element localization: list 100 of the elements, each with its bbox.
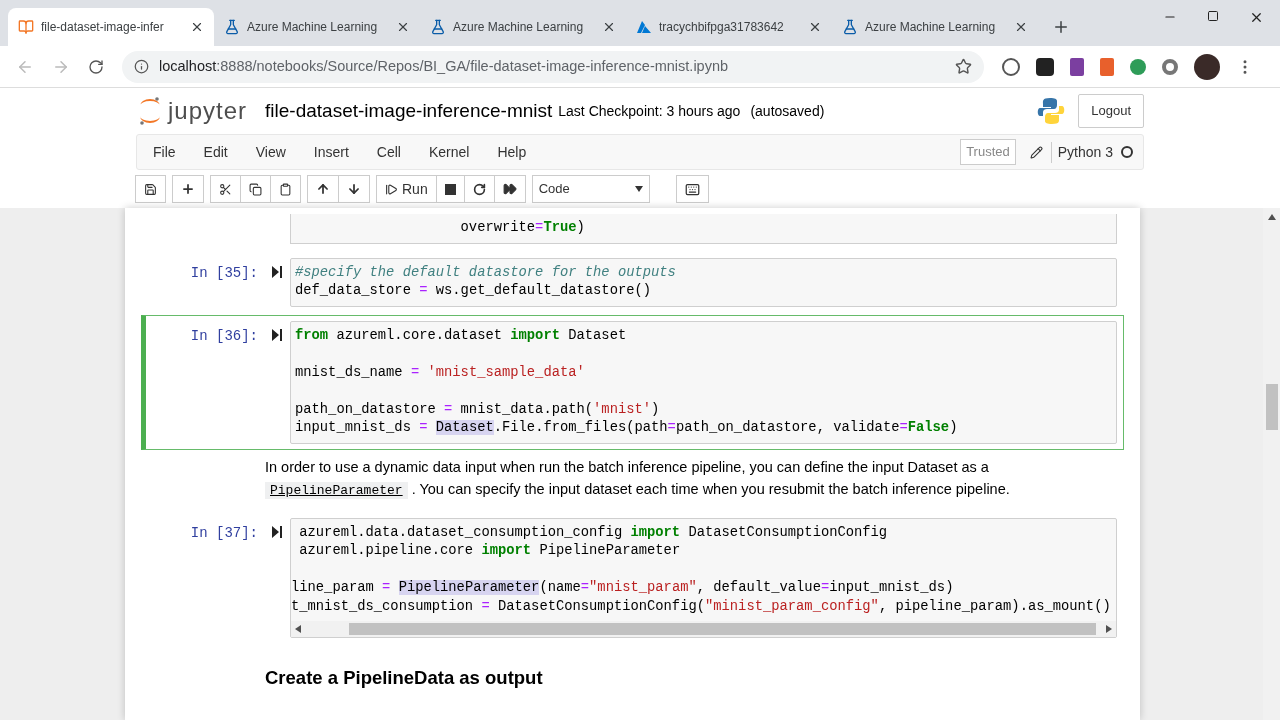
clipboard-icon — [279, 182, 292, 196]
save-button[interactable] — [135, 175, 166, 203]
triangle-logo-icon — [636, 19, 652, 35]
maximize-icon[interactable] — [1207, 10, 1219, 22]
notebook-title[interactable]: file-dataset-image-inference-mnist — [265, 96, 553, 126]
keyboard-shortcuts-button[interactable] — [675, 175, 709, 203]
horizontal-scrollbar[interactable] — [291, 621, 1116, 637]
code-line: t_mnist_ds_consumption = DatasetConsumptionConfig("minist_param_config", pipeline_param).as_mount() — [291, 598, 1111, 614]
flask-icon — [430, 19, 446, 35]
address-field[interactable]: localhost:8888/notebooks/Source/Repos/BI_GA/file-dataset-image-inference-mnist.ipynb — [122, 50, 984, 83]
close-icon[interactable] — [190, 20, 204, 34]
close-icon[interactable] — [1014, 20, 1028, 34]
menu-item[interactable]: File — [151, 141, 190, 163]
avatar[interactable] — [1194, 53, 1220, 80]
edit-icon[interactable] — [1029, 145, 1043, 159]
browser-tab[interactable]: Azure Machine Learning — [420, 8, 626, 46]
code-line: path_on_datastore = mnist_data.path('mnist') — [295, 401, 660, 417]
code-line: azureml.pipeline.core import PipelineParameter — [298, 543, 681, 558]
cell-prompt: In [35]: — [190, 263, 258, 283]
move-up-button[interactable] — [307, 175, 339, 203]
code-input-area[interactable]: overwrite=True) — [290, 214, 1117, 244]
caret-icon — [634, 186, 643, 192]
run-cell-icon[interactable] — [272, 525, 282, 538]
menu-item[interactable]: Insert — [299, 141, 363, 163]
menu-item[interactable]: Edit — [189, 141, 242, 163]
move-down-button[interactable] — [339, 175, 370, 203]
code-input-area[interactable] — [290, 517, 1117, 638]
stop-button[interactable] — [436, 175, 465, 203]
browser-tab[interactable]: file-dataset-image-infer — [8, 8, 214, 46]
trusted-badge[interactable]: Trusted — [960, 139, 1016, 165]
scroll-up-icon[interactable] — [1267, 214, 1276, 220]
copy-button[interactable] — [241, 175, 271, 203]
extension-icon[interactable] — [1036, 57, 1054, 76]
flask-icon — [224, 19, 240, 35]
fast-forward-icon — [502, 182, 517, 196]
new-tab-icon[interactable] — [1052, 18, 1070, 36]
close-icon[interactable] — [808, 20, 822, 34]
extension-icon[interactable] — [1002, 57, 1020, 76]
menu-item[interactable]: Kernel — [414, 141, 484, 163]
code-line: #specify the default datastore for the outputs — [295, 264, 676, 280]
code-input-area[interactable]: #specify the default datastore for the outputs def_data_store = ws.get_default_datastore() — [290, 257, 1117, 307]
code-input-area[interactable] — [290, 320, 1117, 444]
markdown-paragraph: In order to use a dynamic data input when run the batch inference pipeline, you can define the input Dataset as a PipelineParameter . You can specify the input dataset each time when you resubmit the batch inference pipeline. — [265, 457, 1011, 501]
jupyter-logo-icon — [138, 96, 162, 126]
run-button[interactable]: Run — [376, 175, 437, 203]
menu-item[interactable]: Help — [483, 141, 541, 163]
extension-icon[interactable] — [1070, 57, 1084, 76]
book-icon — [18, 19, 34, 35]
cell-prompt: In [37]: — [190, 523, 258, 543]
code-line: input_mnist_ds = Dataset.File.from_files(path=path_on_datastore, validate=False) — [295, 420, 958, 435]
cell-type-select[interactable]: Code — [531, 175, 650, 203]
arrow-down-icon — [347, 182, 361, 196]
paste-button[interactable] — [271, 175, 301, 203]
browser-tab[interactable]: tracychbifpga31783642 — [626, 8, 832, 46]
python-logo-icon — [1036, 96, 1067, 126]
tab-title: Azure Machine Learning — [247, 19, 379, 36]
reload-icon[interactable] — [88, 58, 104, 75]
arrow-up-icon — [316, 182, 330, 196]
insert-cell-button[interactable] — [172, 175, 204, 203]
tab-title: tracychbifpga31783642 — [659, 19, 785, 36]
logout-button[interactable]: Logout — [1078, 94, 1144, 128]
stop-icon — [444, 183, 456, 195]
tab-title: file-dataset-image-infer — [41, 19, 165, 36]
code-line: azureml.data.dataset_consumption_config import DatasetConsumptionConfig — [298, 524, 888, 540]
cell-frame[interactable]: overwrite=True) — [141, 208, 1124, 250]
scrollbar-thumb[interactable] — [1265, 384, 1278, 430]
kernel-idle-icon — [1121, 146, 1133, 158]
fast-forward-button[interactable] — [494, 175, 526, 203]
copy-icon — [249, 182, 262, 196]
code-line: def_data_store = ws.get_default_datastore() — [295, 283, 652, 298]
scroll-left-icon[interactable] — [295, 625, 301, 633]
browser-tab[interactable]: Azure Machine Learning — [832, 8, 1038, 46]
close-icon[interactable] — [602, 20, 616, 34]
scroll-right-icon[interactable] — [1106, 625, 1112, 633]
close-icon[interactable] — [396, 20, 410, 34]
code-line: mnist_ds_name = 'mnist_sample_data' — [295, 364, 585, 380]
plus-icon — [181, 182, 195, 196]
url-text: localhost:8888/notebooks/Source/Repos/BI_GA/file-dataset-image-inference-mnist.ipynb — [159, 56, 730, 76]
keyboard-icon — [684, 181, 700, 197]
step-forward-icon — [385, 182, 398, 196]
cell-frame[interactable]: In [35]: #specify the default datastore for the outputs def_data_store = ws.get_default_datastore() — [141, 251, 1124, 313]
run-cell-icon[interactable] — [272, 328, 282, 341]
flask-icon — [842, 19, 858, 35]
browser-tab[interactable]: Azure Machine Learning — [214, 8, 420, 46]
run-cell-icon[interactable] — [272, 265, 282, 278]
section-heading: Create a PipelineData as output — [265, 666, 544, 690]
tab-title: Azure Machine Learning — [865, 19, 997, 36]
cell-frame[interactable] — [141, 314, 1124, 450]
restart-button[interactable] — [464, 175, 495, 203]
code-line: line_param = PipelineParameter(name="mnist_param", default_value=input_mnist_ds) — [291, 580, 954, 595]
jupyter-wordmark[interactable]: jupyter — [168, 93, 248, 129]
info-icon — [134, 59, 149, 74]
menu-item[interactable]: Cell — [362, 141, 415, 163]
cut-button[interactable] — [210, 175, 241, 203]
checkpoint-text: Last Checkpoint: 3 hours ago — [558, 101, 741, 121]
close-icon[interactable] — [1249, 10, 1264, 25]
menu-item[interactable]: View — [241, 141, 300, 163]
scissors-icon — [219, 182, 232, 196]
bookmark-star-icon[interactable] — [955, 58, 972, 75]
save-icon — [144, 182, 157, 196]
